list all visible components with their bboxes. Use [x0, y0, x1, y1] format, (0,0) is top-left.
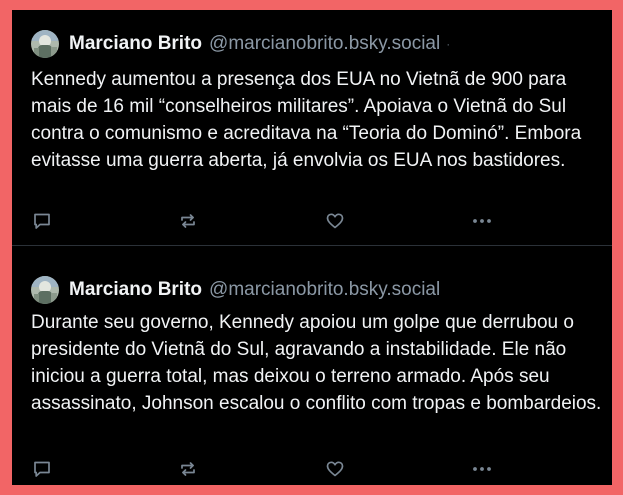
post-text: Durante seu governo, Kennedy apoiou um g… — [31, 312, 602, 414]
reply-button[interactable] — [31, 210, 53, 232]
reply-button[interactable] — [31, 458, 53, 480]
post[interactable]: Marciano Brito @marcianobrito.bsky.socia… — [12, 10, 612, 246]
post-header: Marciano Brito @marcianobrito.bsky.socia… — [31, 276, 440, 304]
more-icon — [473, 467, 491, 471]
post[interactable]: Marciano Brito @marcianobrito.bsky.socia… — [12, 246, 612, 485]
author-name[interactable]: Marciano Brito — [69, 279, 202, 301]
like-icon — [326, 461, 344, 477]
repost-icon — [181, 214, 195, 228]
post-actions — [31, 458, 511, 480]
author-handle[interactable]: @marcianobrito.bsky.social — [209, 33, 440, 55]
screenshot-frame: Marciano Brito @marcianobrito.bsky.socia… — [12, 10, 612, 485]
more-icon — [473, 219, 491, 223]
more-options-button[interactable] — [471, 458, 493, 480]
reply-icon — [34, 461, 50, 477]
post-header: Marciano Brito @marcianobrito.bsky.socia… — [31, 30, 450, 58]
author-handle[interactable]: @marcianobrito.bsky.social — [209, 279, 440, 301]
like-button[interactable] — [324, 458, 346, 480]
author-name[interactable]: Marciano Brito — [69, 33, 202, 55]
post-actions — [31, 210, 511, 232]
more-options-button[interactable] — [471, 210, 493, 232]
separator-dot: · — [446, 37, 451, 51]
repost-button[interactable] — [177, 210, 199, 232]
reply-icon — [34, 213, 50, 229]
repost-button[interactable] — [177, 458, 199, 480]
repost-icon — [181, 462, 195, 476]
like-icon — [326, 213, 344, 229]
post-text: Kennedy aumentou a presença dos EUA no V… — [31, 69, 582, 171]
like-button[interactable] — [324, 210, 346, 232]
avatar[interactable] — [31, 30, 59, 58]
avatar[interactable] — [31, 276, 59, 304]
